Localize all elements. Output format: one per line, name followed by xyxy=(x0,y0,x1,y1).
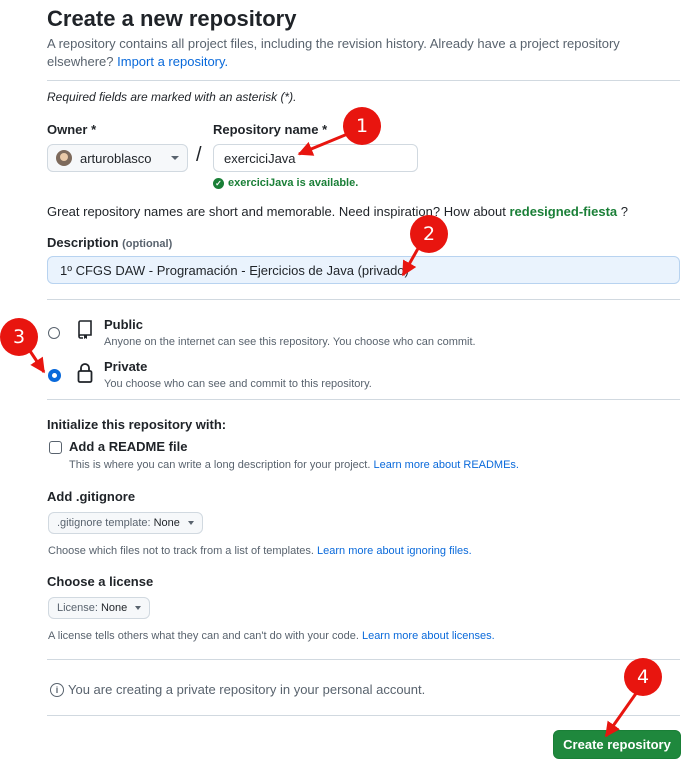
description-label: Description (optional) xyxy=(47,235,172,250)
private-radio[interactable] xyxy=(48,369,61,382)
divider xyxy=(47,80,680,81)
description-input[interactable] xyxy=(47,256,680,284)
readme-label[interactable]: Add a README file xyxy=(69,439,187,454)
inspiration-suffix: ? xyxy=(620,204,628,219)
lock-icon xyxy=(77,363,93,383)
repo-icon xyxy=(78,320,92,339)
license-select-label: License: xyxy=(57,602,98,614)
check-circle-icon: ✓ xyxy=(213,177,224,189)
learn-licenses-link[interactable]: Learn more about licenses. xyxy=(362,630,495,642)
learn-ignoring-files-link[interactable]: Learn more about ignoring files. xyxy=(317,545,472,557)
gitignore-select-label: .gitignore template: xyxy=(57,517,151,529)
license-hint-text: A license tells others what they can and… xyxy=(48,630,359,642)
public-option-title[interactable]: Public xyxy=(104,317,143,332)
readme-hint-text: This is where you can write a long descr… xyxy=(69,459,371,471)
description-label-text: Description xyxy=(47,235,119,250)
gitignore-hint-text: Choose which files not to track from a l… xyxy=(48,545,314,557)
license-hint: A license tells others what they can and… xyxy=(48,630,495,642)
readme-hint: This is where you can write a long descr… xyxy=(69,459,519,471)
divider xyxy=(47,399,680,400)
repository-name-input[interactable] xyxy=(213,144,418,172)
owner-dropdown[interactable]: arturoblasco xyxy=(47,144,188,172)
annotation-badge-1: 1 xyxy=(343,107,381,145)
annotation-badge-2: 2 xyxy=(410,215,448,253)
info-icon: i xyxy=(50,682,64,697)
gitignore-heading: Add .gitignore xyxy=(47,489,136,504)
info-note-text: You are creating a private repository in… xyxy=(68,682,426,697)
page-title: Create a new repository xyxy=(47,6,297,31)
license-dropdown[interactable]: License: None xyxy=(48,597,151,619)
name-inspiration: Great repository names are short and mem… xyxy=(47,204,628,219)
initialize-heading: Initialize this repository with: xyxy=(47,417,227,432)
create-repository-button[interactable]: Create repository xyxy=(553,730,681,759)
owner-value: arturoblasco xyxy=(80,150,152,166)
divider xyxy=(47,715,680,716)
suggested-name-link[interactable]: redesigned-fiesta xyxy=(509,204,617,219)
page-subtitle: A repository contains all project files,… xyxy=(47,35,677,71)
divider xyxy=(47,299,680,300)
availability-status: ✓ exerciciJava is available. xyxy=(213,177,358,189)
availability-text: exerciciJava is available. xyxy=(228,177,359,189)
optional-tag: (optional) xyxy=(122,238,173,250)
private-option-desc: You choose who can see and commit to thi… xyxy=(104,378,372,390)
repo-name-label: Repository name * xyxy=(213,122,328,137)
gitignore-select-value: None xyxy=(153,517,180,529)
license-select-value: None xyxy=(100,602,128,614)
chevron-down-icon xyxy=(187,521,194,525)
readme-checkbox[interactable] xyxy=(49,441,62,454)
required-fields-note: Required fields are marked with an aster… xyxy=(47,90,297,104)
private-account-note: i You are creating a private repository … xyxy=(50,682,425,697)
divider xyxy=(47,659,680,660)
public-radio[interactable] xyxy=(48,327,60,339)
private-option-title[interactable]: Private xyxy=(104,359,147,374)
owner-label: Owner * xyxy=(47,122,97,137)
import-repository-link[interactable]: Import a repository. xyxy=(117,54,228,69)
gitignore-hint: Choose which files not to track from a l… xyxy=(48,545,472,557)
license-heading: Choose a license xyxy=(47,574,154,589)
annotation-badge-3: 3 xyxy=(0,318,38,356)
owner-repo-separator: / xyxy=(196,144,202,166)
annotation-badge-4: 4 xyxy=(624,658,662,696)
gitignore-template-dropdown[interactable]: .gitignore template: None xyxy=(48,512,203,534)
avatar xyxy=(56,150,72,166)
chevron-down-icon xyxy=(171,156,179,160)
public-option-desc: Anyone on the internet can see this repo… xyxy=(104,336,476,348)
chevron-down-icon xyxy=(135,606,142,610)
learn-readmes-link[interactable]: Learn more about READMEs. xyxy=(373,459,519,471)
